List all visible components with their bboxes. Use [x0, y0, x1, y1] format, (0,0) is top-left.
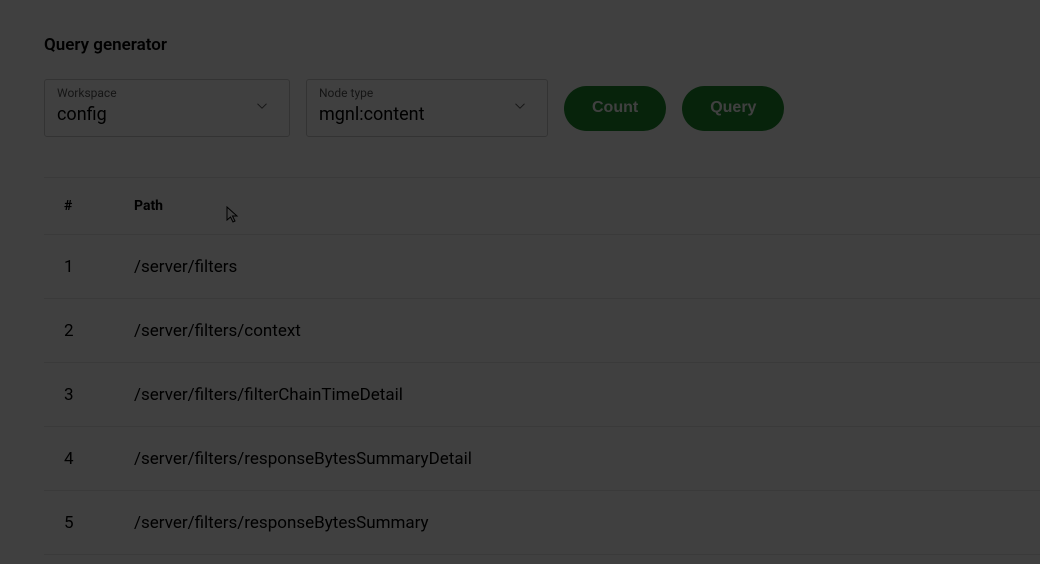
nodetype-value: mgnl:content [319, 104, 535, 125]
cell-path: /server/filters/responseBytesSummaryDeta… [134, 449, 1040, 469]
cell-path: /server/filters/filterChainTimeDetail [134, 385, 1040, 405]
col-header-num: # [44, 198, 134, 214]
table-row: 4 /server/filters/responseBytesSummaryDe… [44, 427, 1040, 491]
page-title: Query generator [44, 35, 1040, 55]
table-row: 3 /server/filters/filterChainTimeDetail [44, 363, 1040, 427]
nodetype-select[interactable]: Node type mgnl:content [306, 79, 548, 137]
table-row: 2 /server/filters/context [44, 299, 1040, 363]
cell-num: 1 [44, 257, 134, 277]
nodetype-label: Node type [319, 86, 535, 100]
workspace-select[interactable]: Workspace config [44, 79, 290, 137]
workspace-value: config [57, 104, 277, 125]
cell-num: 2 [44, 321, 134, 341]
table-row: 1 /server/filters [44, 235, 1040, 299]
cell-path: /server/filters/responseBytesSummary [134, 513, 1040, 533]
chevron-down-icon [253, 97, 271, 119]
col-header-path: Path [134, 198, 1040, 214]
cell-num: 4 [44, 449, 134, 469]
workspace-label: Workspace [57, 86, 277, 100]
table-row: 5 /server/filters/responseBytesSummary [44, 491, 1040, 555]
cell-num: 5 [44, 513, 134, 533]
cell-path: /server/filters [134, 257, 1040, 277]
results-table: # Path 1 /server/filters 2 /server/filte… [44, 177, 1040, 555]
chevron-down-icon [511, 97, 529, 119]
cell-path: /server/filters/context [134, 321, 1040, 341]
count-button[interactable]: Count [564, 86, 666, 131]
query-button[interactable]: Query [682, 86, 784, 131]
controls-row: Workspace config Node type mgnl:content … [44, 79, 1040, 137]
table-header: # Path [44, 177, 1040, 235]
cell-num: 3 [44, 385, 134, 405]
